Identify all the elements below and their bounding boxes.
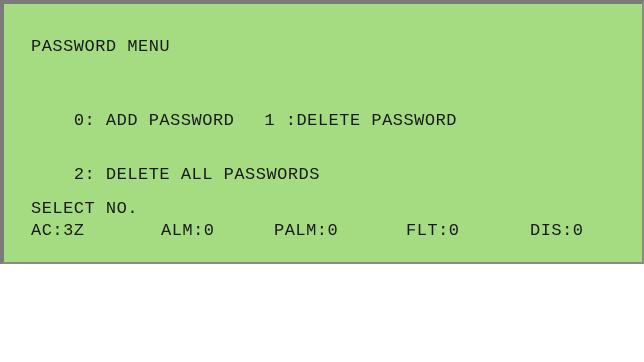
option-label: ADD PASSWORD <box>105 112 235 131</box>
option-label: DELETE PASSWORD <box>296 112 457 131</box>
menu-row-1: 0: ADD PASSWORD 1 :DELETE PASSWORD <box>31 92 457 152</box>
status-alm: ALM:0 <box>161 222 215 241</box>
status-bar: AC:3Z ALM:0 PALM:0 FLT:0 DIS:0 <box>31 222 617 362</box>
option-label: DELETE ALL PASSWORDS <box>105 166 320 185</box>
status-flt: FLT:0 <box>406 222 460 241</box>
status-ac: AC:3Z <box>31 222 85 241</box>
lcd-display: PASSWORD MENU 0: ADD PASSWORD 1 :DELETE P… <box>0 0 644 264</box>
status-palm: PALM:0 <box>274 222 339 241</box>
option-delete-all-passwords[interactable]: 2: DELETE ALL PASSWORDS <box>74 166 320 185</box>
select-prompt: SELECT NO. <box>31 200 139 219</box>
menu-row-2: 2: DELETE ALL PASSWORDS <box>31 146 320 206</box>
option-delete-password[interactable]: 1 :DELETE PASSWORD <box>264 112 457 131</box>
status-dis: DIS:0 <box>530 222 584 241</box>
option-key: 1 : <box>264 112 297 131</box>
option-key: 2: <box>73 166 96 185</box>
option-add-password[interactable]: 0: ADD PASSWORD <box>74 112 235 131</box>
menu-title: PASSWORD MENU <box>31 38 171 57</box>
option-key: 0: <box>73 112 96 131</box>
